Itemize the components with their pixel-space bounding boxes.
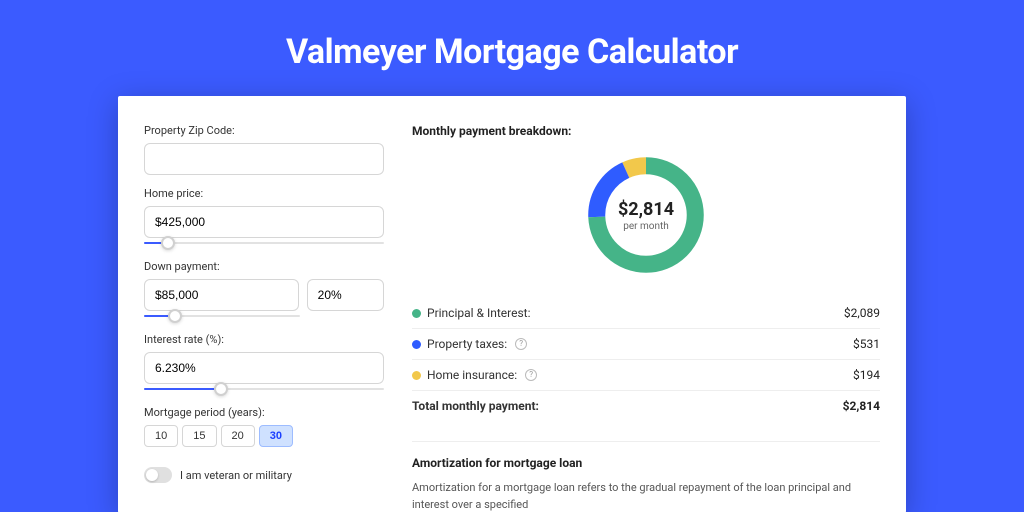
donut-amount: $2,814 — [618, 199, 674, 220]
period-button-15[interactable]: 15 — [182, 425, 216, 447]
price-slider[interactable] — [144, 238, 384, 248]
amortization-title: Amortization for mortgage loan — [412, 456, 880, 470]
breakdown-row: Principal & Interest: $2,089 — [412, 298, 880, 328]
price-input[interactable] — [144, 206, 384, 238]
down-slider[interactable] — [144, 311, 300, 321]
breakdown-row-value: $194 — [853, 368, 880, 382]
period-button-30[interactable]: 30 — [259, 425, 293, 447]
amortization-text: Amortization for a mortgage loan refers … — [412, 480, 880, 512]
down-amount-input[interactable] — [144, 279, 299, 311]
total-label: Total monthly payment: — [412, 399, 539, 413]
down-percent-input[interactable] — [307, 279, 384, 311]
period-row: 10152030 — [144, 425, 384, 447]
legend-swatch — [412, 309, 421, 318]
legend-swatch — [412, 340, 421, 349]
breakdown-row: Property taxes:? $531 — [412, 328, 880, 359]
zip-label: Property Zip Code: — [144, 124, 384, 137]
payment-donut-chart: $2,814 per month — [581, 150, 711, 280]
breakdown-row-label: Property taxes: — [427, 337, 507, 351]
period-button-20[interactable]: 20 — [221, 425, 255, 447]
page-title: Valmeyer Mortgage Calculator — [0, 0, 1024, 96]
period-label: Mortgage period (years): — [144, 406, 384, 419]
period-button-10[interactable]: 10 — [144, 425, 178, 447]
rate-label: Interest rate (%): — [144, 333, 384, 346]
breakdown-total-row: Total monthly payment: $2,814 — [412, 390, 880, 421]
veteran-toggle[interactable] — [144, 467, 172, 483]
breakdown-title: Monthly payment breakdown: — [412, 124, 880, 138]
total-value: $2,814 — [843, 399, 880, 413]
form-panel: Property Zip Code: Home price: Down paym… — [144, 124, 384, 512]
rate-input[interactable] — [144, 352, 384, 384]
breakdown-rows: Principal & Interest: $2,089 Property taxe… — [412, 298, 880, 390]
price-label: Home price: — [144, 187, 384, 200]
legend-swatch — [412, 371, 421, 380]
help-icon[interactable]: ? — [523, 369, 537, 381]
calculator-card: Property Zip Code: Home price: Down paym… — [118, 96, 906, 512]
rate-slider[interactable] — [144, 384, 384, 394]
help-icon[interactable]: ? — [513, 338, 527, 350]
veteran-label: I am veteran or military — [180, 469, 292, 482]
breakdown-row-value: $2,089 — [844, 306, 880, 320]
breakdown-panel: Monthly payment breakdown: $2,814 per mo… — [412, 124, 880, 512]
amortization-section: Amortization for mortgage loan Amortizat… — [412, 441, 880, 512]
breakdown-row-value: $531 — [853, 337, 880, 351]
zip-input[interactable] — [144, 143, 384, 175]
down-label: Down payment: — [144, 260, 384, 273]
breakdown-row-label: Home insurance: — [427, 368, 517, 382]
breakdown-row-label: Principal & Interest: — [427, 306, 531, 320]
donut-sub: per month — [623, 221, 669, 232]
breakdown-row: Home insurance:? $194 — [412, 359, 880, 390]
